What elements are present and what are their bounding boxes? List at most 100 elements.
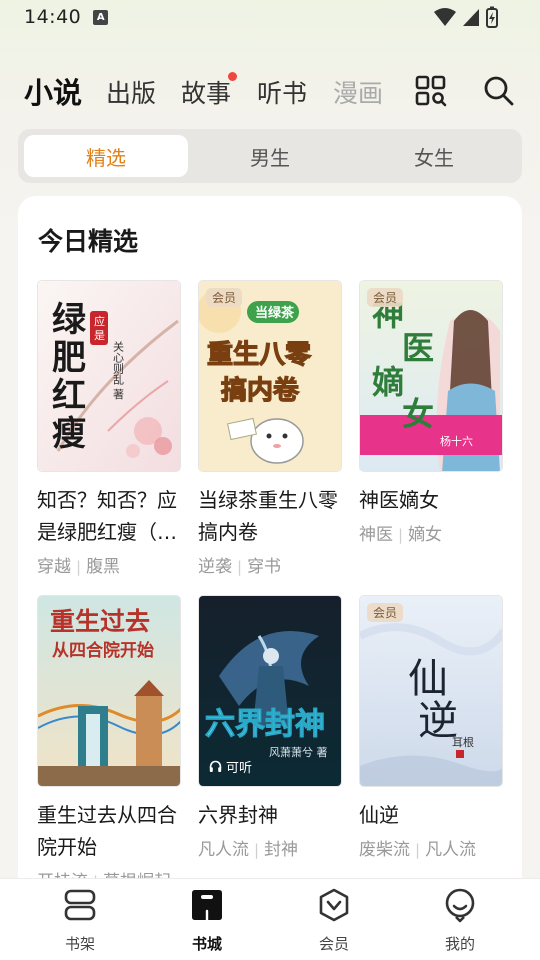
book-item[interactable]: 神 医 嫡 女 杨十六 会员 神医嫡女 神医 | 嫡女 [359, 280, 503, 545]
tag-separator: | [254, 841, 260, 859]
top-nav: 小说 出版 故事 听书 漫画 [0, 66, 540, 116]
nav-membership[interactable]: 会员 [289, 887, 379, 954]
tab-novel[interactable]: 小说 [24, 70, 82, 112]
book-tag: 穿书 [247, 557, 282, 577]
cover-title-glyph: 女 [402, 395, 434, 433]
book-cover[interactable]: 重生过去 从四合院开始 [37, 595, 181, 787]
status-bar: 14:40 A [0, 0, 540, 34]
tab-publish[interactable]: 出版 [106, 74, 156, 110]
nav-profile[interactable]: 我的 [415, 887, 505, 954]
profile-icon [445, 888, 475, 923]
cover-seal: 应 [94, 314, 105, 328]
wifi-icon [434, 8, 456, 26]
nav-bookshelf[interactable]: 书架 [35, 887, 125, 954]
book-item[interactable]: 绿 肥 红 瘦 应 是 关心则乱 著 知否？知否？应是绿肥红瘦（赵丽颖、冯绍峰主… [37, 280, 181, 577]
section-title: 今日精选 [38, 227, 139, 256]
book-title[interactable]: 仙逆 [359, 799, 503, 831]
cover-title-glyph: 瘦 [52, 414, 86, 454]
tab-comic[interactable]: 漫画 [333, 74, 383, 110]
cover-title-glyph: 肥 [52, 338, 86, 378]
book-tags: 穿越 | 腹黑 [37, 552, 181, 577]
book-tag: 封神 [264, 840, 299, 860]
book-title[interactable]: 当绿茶重生八零搞内卷 [198, 484, 342, 548]
status-time: 14:40 [24, 6, 82, 28]
segment-featured[interactable]: 精选 [24, 135, 188, 177]
signal-icon [463, 9, 479, 26]
segment-female[interactable]: 女生 [352, 135, 516, 177]
nav-profile-label: 我的 [444, 935, 475, 953]
cover-author: 关心则乱 著 [112, 340, 125, 400]
headphones-icon [209, 760, 222, 772]
nav-bookstore[interactable]: 书城 [162, 887, 252, 954]
book-item[interactable]: 六界封神 风萧萧兮 著 可听 六界封神 凡人流 | 封神 [198, 595, 342, 860]
book-title[interactable]: 知否？知否？应是绿肥红瘦（赵丽颖、冯绍峰主演原著） [37, 484, 181, 548]
book-title[interactable]: 重生过去从四合院开始 [37, 799, 181, 863]
book-tag: 废柴流 [359, 840, 410, 860]
book-tags: 凡人流 | 封神 [198, 835, 342, 860]
book-tag: 凡人流 [198, 840, 249, 860]
tag-separator: | [237, 558, 243, 576]
book-item[interactable]: 重生过去 从四合院开始 重生过去从四合院开始 开挂流|草根崛起 [37, 595, 181, 892]
battery-icon [486, 6, 498, 28]
bookshelf-icon [64, 889, 96, 921]
scan-grid-icon[interactable] [414, 74, 448, 108]
cover-title: 六界封神 [205, 707, 325, 742]
cover-title-glyph: 绿 [52, 300, 87, 340]
book-cover[interactable]: 仙 逆 耳根 会员 [359, 595, 503, 787]
cover-title-glyph: 嫡 [372, 363, 404, 401]
cover-title-glyph: 红 [52, 376, 86, 416]
book-tag: 神医 [359, 525, 393, 545]
search-icon[interactable] [482, 74, 516, 108]
book-item[interactable]: 当绿茶 重生八零 搞内卷 会员 当绿茶重生八零搞内卷 逆袭 | 穿书 [198, 280, 342, 577]
cover-author: 杨十六 [440, 434, 473, 448]
cover-title-glyph: 医 [402, 329, 434, 367]
tag-separator: | [415, 841, 421, 859]
cover-title-glyph: 仙 [408, 656, 448, 702]
segment-male[interactable]: 男生 [188, 135, 352, 177]
book-cover[interactable]: 六界封神 风萧萧兮 著 可听 [198, 595, 342, 787]
book-cover[interactable]: 神 医 嫡 女 杨十六 会员 [359, 280, 503, 472]
vip-badge: 会员 [367, 603, 404, 622]
book-title[interactable]: 神医嫡女 [359, 484, 503, 516]
listenable-badge: 可听 [209, 757, 252, 776]
notification-icon: A [93, 9, 109, 25]
cover-title: 重生过去 [50, 607, 150, 636]
book-tags: 神医 | 嫡女 [359, 520, 503, 545]
membership-icon [319, 888, 349, 922]
book-cover[interactable]: 当绿茶 重生八零 搞内卷 会员 [198, 280, 342, 472]
screen: 14:40 A 小说 出版 故事 听书 漫画 精选 男生 女生 今日精选 绿 肥… [0, 0, 540, 960]
book-title[interactable]: 六界封神 [198, 799, 342, 831]
book-tag: 嫡女 [408, 525, 443, 545]
cover-author: 风萧萧兮 著 [269, 745, 328, 759]
book-item[interactable]: 仙 逆 耳根 会员 仙逆 废柴流 | 凡人流 [359, 595, 503, 860]
status-icons [434, 6, 498, 28]
book-tag: 凡人流 [425, 840, 477, 860]
tab-story-dot [228, 72, 237, 81]
book-tag: 穿越 [37, 557, 71, 577]
cover-subtitle: 搞内卷 [221, 375, 300, 406]
cover-seal: 是 [94, 329, 105, 342]
cover-author: 耳根 [452, 735, 474, 749]
tag-separator: | [398, 526, 404, 544]
cover-title: 重生八零 [207, 340, 312, 370]
book-tag: 腹黑 [86, 557, 121, 577]
book-tag: 逆袭 [198, 557, 232, 577]
book-cover[interactable]: 绿 肥 红 瘦 应 是 关心则乱 著 [37, 280, 181, 472]
vip-badge: 会员 [206, 288, 243, 307]
tag-separator: | [76, 558, 82, 576]
cover-subtitle: 从四合院开始 [52, 640, 154, 661]
book-tags: 逆袭 | 穿书 [198, 552, 342, 577]
todays-picks-card: 今日精选 绿 肥 红 瘦 应 是 关心则乱 著 知否？知否？应是绿肥红瘦（赵 穿… [18, 196, 522, 896]
tab-audiobook[interactable]: 听书 [257, 74, 307, 110]
nav-membership-label: 会员 [318, 935, 349, 953]
nav-bookstore-label: 书城 [191, 935, 222, 953]
bottom-nav: 书架 书城 会员 我的 [0, 878, 540, 960]
book-tags: 废柴流 | 凡人流 [359, 835, 503, 860]
bookstore-icon [192, 890, 222, 922]
category-segment: 精选 男生 女生 [18, 129, 522, 183]
vip-badge: 会员 [367, 288, 404, 307]
tab-story[interactable]: 故事 [181, 74, 231, 110]
listenable-label: 可听 [226, 761, 253, 776]
cover-tag: 当绿茶 [255, 305, 295, 321]
nav-bookshelf-label: 书架 [64, 935, 95, 953]
